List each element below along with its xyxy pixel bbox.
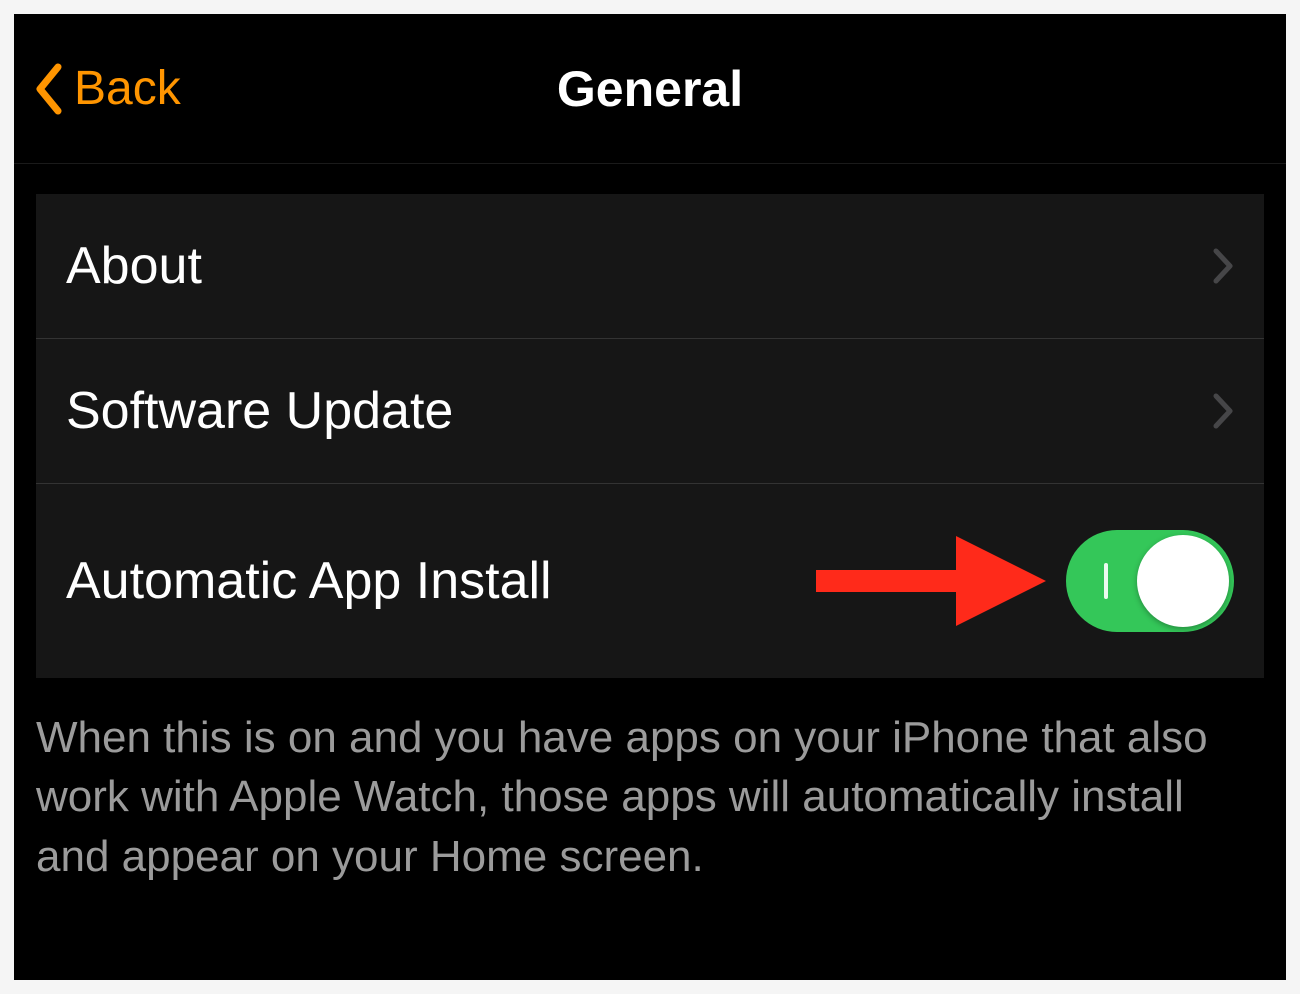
back-label: Back [74, 61, 181, 116]
about-label: About [66, 236, 202, 296]
toggle-knob [1137, 535, 1229, 627]
automatic-app-install-label: Automatic App Install [66, 551, 552, 611]
back-button[interactable]: Back [14, 61, 181, 116]
chevron-left-icon [34, 63, 62, 115]
automatic-app-install-toggle[interactable] [1066, 530, 1234, 632]
chevron-right-icon [1212, 392, 1234, 430]
software-update-label: Software Update [66, 381, 453, 441]
navigation-bar: Back General [14, 14, 1286, 164]
settings-list: About Software Update Automatic App Inst… [36, 194, 1264, 678]
annotation-arrow-icon [806, 526, 1046, 636]
toggle-on-indicator [1104, 563, 1108, 599]
toggle-row-right [806, 526, 1234, 636]
software-update-row[interactable]: Software Update [36, 339, 1264, 484]
footer-description: When this is on and you have apps on you… [14, 678, 1286, 886]
automatic-app-install-row: Automatic App Install [36, 484, 1264, 678]
content-area: About Software Update Automatic App Inst… [14, 164, 1286, 886]
chevron-right-icon [1212, 247, 1234, 285]
about-row[interactable]: About [36, 194, 1264, 339]
settings-screen: Back General About Software Update Autom… [14, 14, 1286, 980]
page-title: General [557, 60, 743, 118]
